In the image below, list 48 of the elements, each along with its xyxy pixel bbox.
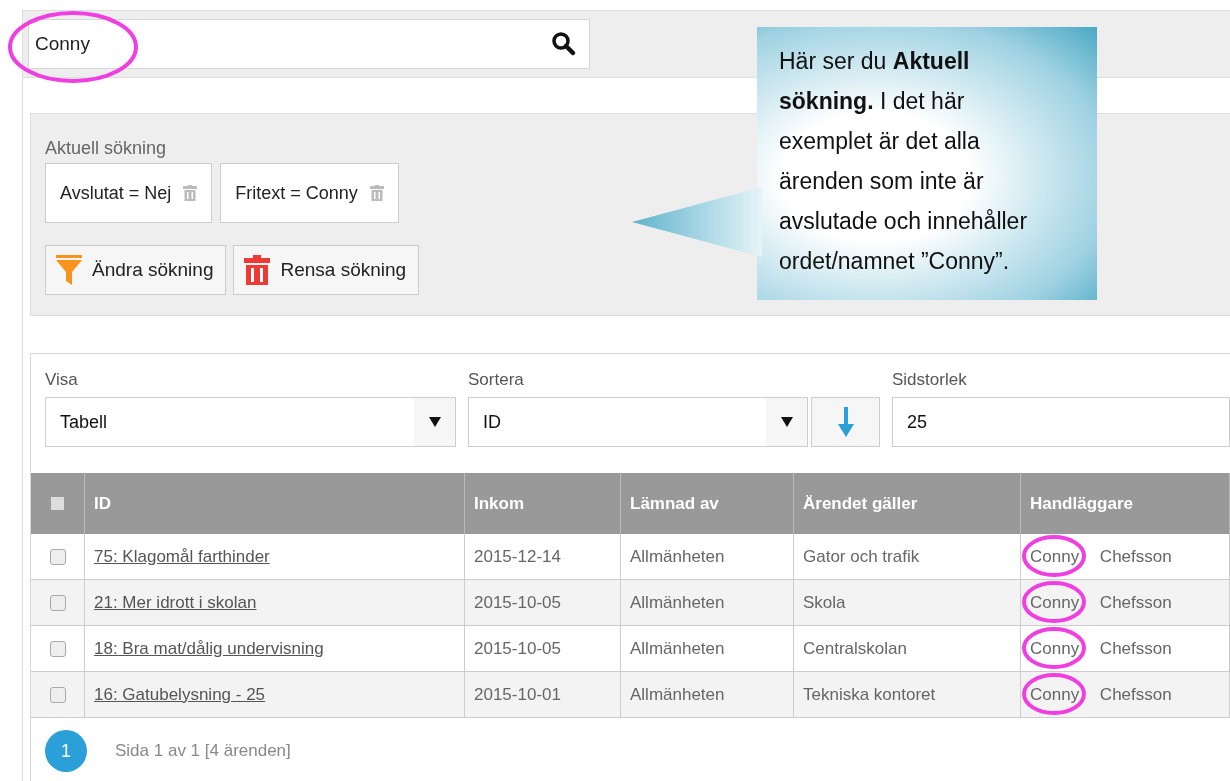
case-link[interactable]: 21: Mer idrott i skolan bbox=[94, 592, 257, 613]
table-cell: Tekniska kontoret bbox=[794, 672, 1021, 717]
action-button[interactable]: Ändra sökning bbox=[45, 245, 227, 295]
table-cell: 2015-10-05 bbox=[465, 626, 621, 671]
section-label: Aktuell sökning bbox=[45, 138, 167, 159]
page-summary: Sida 1 av 1 [4 ärenden] bbox=[115, 741, 291, 761]
case-link[interactable]: 18: Bra mat/dålig undervisning bbox=[94, 638, 324, 659]
case-link[interactable]: 75: Klagomål farthinder bbox=[94, 546, 270, 567]
table-cell: Conny Chefsson bbox=[1030, 546, 1172, 567]
table-cell: Gator och trafik bbox=[794, 534, 1021, 579]
search-field[interactable]: Conny bbox=[28, 19, 590, 69]
table-cell: 2015-10-05 bbox=[465, 580, 621, 625]
select-all-checkbox[interactable] bbox=[51, 497, 64, 510]
row-checkbox[interactable] bbox=[49, 640, 66, 657]
filter-chip[interactable]: Avslutat = Nej bbox=[45, 163, 213, 223]
row-checkbox[interactable] bbox=[49, 548, 66, 565]
table-cell: Conny Chefsson bbox=[1030, 592, 1172, 613]
trash-icon bbox=[244, 255, 271, 285]
table-cell: Allmänheten bbox=[621, 672, 794, 717]
action-button[interactable]: Rensa sökning bbox=[233, 245, 420, 295]
table-cell: 2015-12-14 bbox=[465, 534, 621, 579]
filter-chip[interactable]: Fritext = Conny bbox=[220, 163, 399, 223]
caret-icon bbox=[780, 417, 793, 427]
table-cell: Allmänheten bbox=[621, 534, 794, 579]
sort-dropdown[interactable]: ID bbox=[468, 397, 808, 447]
field-label: Sortera bbox=[468, 370, 525, 390]
table-cell: Centralskolan bbox=[794, 626, 1021, 671]
row-checkbox[interactable] bbox=[49, 686, 66, 703]
table-cell: Allmänheten bbox=[621, 580, 794, 625]
field-label: Visa bbox=[45, 370, 79, 390]
trash-icon[interactable] bbox=[183, 185, 198, 201]
view-dropdown[interactable]: Tabell bbox=[45, 397, 456, 447]
table-cell: Skola bbox=[794, 580, 1021, 625]
caret-icon bbox=[428, 417, 441, 427]
filter-icon bbox=[56, 255, 82, 285]
table-cell: Conny Chefsson bbox=[1030, 684, 1172, 705]
callout-text: Här ser du Aktuell sökning. I det här exemplet är det alla ärenden som inte är avslutade och innehåller ordet/namnet ”Conny”. bbox=[779, 47, 1029, 276]
arrow-down-icon bbox=[837, 407, 854, 437]
row-checkbox[interactable] bbox=[49, 594, 66, 611]
trash-icon[interactable] bbox=[369, 185, 384, 201]
case-link[interactable]: 16: Gatubelysning - 25 bbox=[94, 684, 266, 705]
sort-direction-button[interactable] bbox=[811, 397, 880, 447]
page-size-field[interactable]: 25 bbox=[892, 397, 1230, 447]
field-label: Sidstorlek bbox=[892, 370, 968, 390]
table-cell: 2015-10-01 bbox=[465, 672, 621, 717]
table-cell: Allmänheten bbox=[621, 626, 794, 671]
table-cell: Conny Chefsson bbox=[1030, 638, 1172, 659]
search-icon[interactable] bbox=[551, 31, 577, 57]
